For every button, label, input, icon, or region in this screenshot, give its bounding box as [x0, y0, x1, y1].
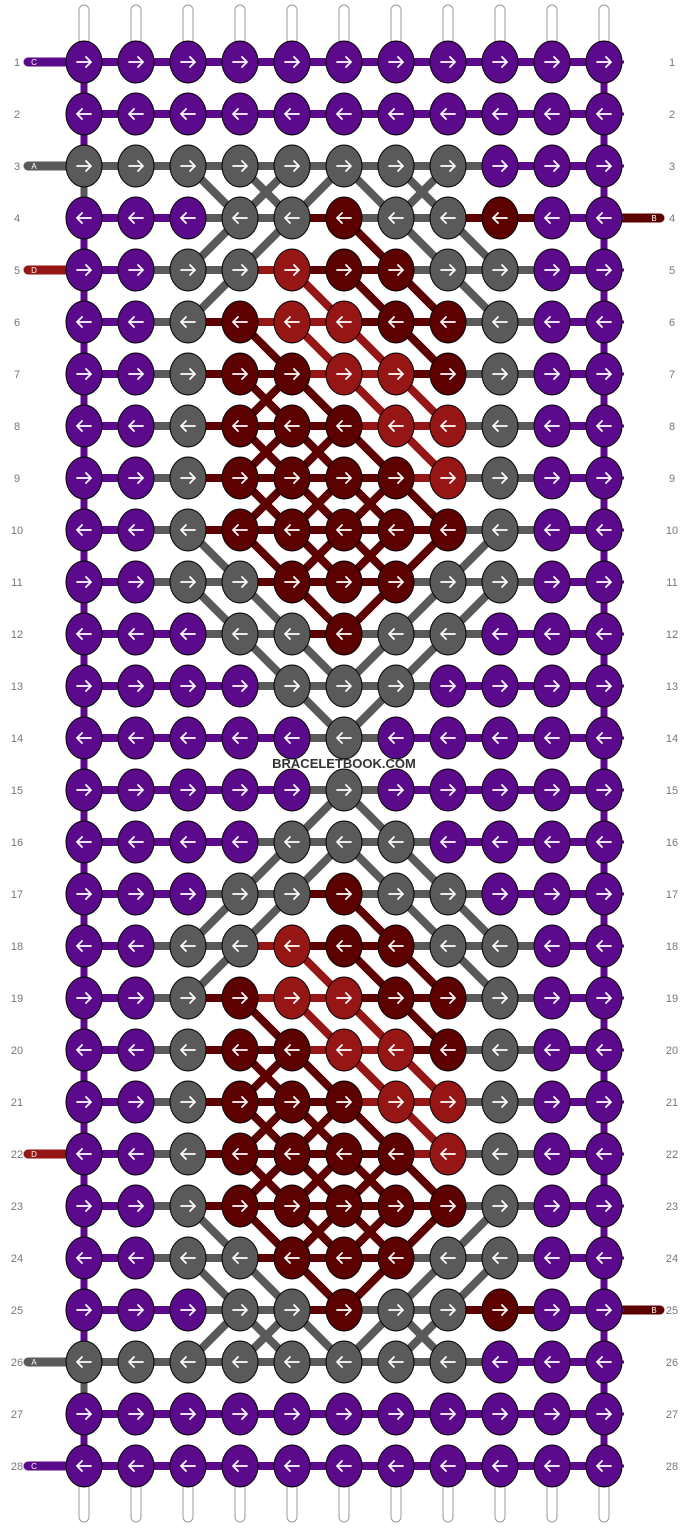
row-number-left: 12 — [11, 629, 23, 641]
strand-bottom — [182, 1481, 194, 1523]
row-number-right: 9 — [669, 473, 675, 485]
row-number-right: 27 — [666, 1409, 678, 1421]
row-number-right: 19 — [666, 993, 678, 1005]
row-number-left: 9 — [14, 473, 20, 485]
strand-bottom — [286, 1481, 298, 1523]
row-number-right: 11 — [666, 577, 677, 589]
strand-top — [182, 4, 194, 46]
row-number-right: 12 — [666, 629, 678, 641]
string-tag-label: B — [651, 214, 656, 223]
row-number-right: 16 — [666, 837, 678, 849]
row-number-right: 21 — [666, 1097, 678, 1109]
strand-bottom — [338, 1481, 350, 1523]
strand-bottom — [130, 1481, 142, 1523]
row-number-right: 28 — [666, 1461, 678, 1473]
row-number-left: 27 — [11, 1409, 23, 1421]
string-tag-label: A — [31, 162, 37, 171]
row-number-left: 3 — [14, 161, 20, 173]
row-number-left: 8 — [14, 421, 20, 433]
row-number-left: 23 — [11, 1201, 23, 1213]
row-number-right: 24 — [666, 1253, 678, 1265]
row-number-right: 2 — [669, 109, 675, 121]
strand-top — [234, 4, 246, 46]
row-number-left: 13 — [11, 681, 23, 693]
string-tag-label: A — [31, 1358, 37, 1367]
row-number-left: 6 — [14, 317, 20, 329]
strand-top — [442, 4, 454, 46]
row-number-left: 25 — [11, 1305, 23, 1317]
row-number-right: 7 — [669, 369, 675, 381]
row-number-right: 17 — [666, 889, 678, 901]
strand-bottom — [390, 1481, 402, 1523]
row-number-right: 26 — [666, 1357, 678, 1369]
row-number-left: 20 — [11, 1045, 23, 1057]
string-tag-label: B — [651, 1306, 656, 1315]
row-number-left: 5 — [14, 265, 20, 277]
strand-top — [78, 4, 90, 46]
string-tag-label: D — [31, 266, 37, 275]
row-number-left: 16 — [11, 837, 23, 849]
string-tag-label: C — [31, 1462, 37, 1471]
row-number-right: 25 — [666, 1305, 678, 1317]
row-number-left: 24 — [11, 1253, 23, 1265]
strand-top — [286, 4, 298, 46]
row-number-right: 4 — [669, 213, 675, 225]
strand-top — [130, 4, 142, 46]
row-number-right: 22 — [666, 1149, 678, 1161]
string-tag-label: C — [31, 58, 37, 67]
row-number-right: 1 — [669, 57, 675, 69]
row-number-right: 6 — [669, 317, 675, 329]
row-number-left: 17 — [11, 889, 23, 901]
watermark: BRACELETBOOK.COM — [272, 756, 416, 771]
bracelet-pattern-diagram: CABDDBAC 1 12 23 34 45 56 67 78 89 910 1011 1112 121… — [11, 4, 678, 1523]
strand-top — [390, 4, 402, 46]
row-number-left: 11 — [11, 577, 22, 589]
row-number-right: 10 — [666, 525, 678, 537]
strand-bottom — [442, 1481, 454, 1523]
strand-bottom — [598, 1481, 610, 1523]
row-number-left: 10 — [11, 525, 23, 537]
row-number-left: 26 — [11, 1357, 23, 1369]
strand-bottom — [494, 1481, 506, 1523]
row-number-right: 3 — [669, 161, 675, 173]
row-number-left: 1 — [14, 57, 20, 69]
strand-bottom — [546, 1481, 558, 1523]
row-number-right: 20 — [666, 1045, 678, 1057]
row-number-right: 5 — [669, 265, 675, 277]
row-number-right: 18 — [666, 941, 678, 953]
row-number-left: 28 — [11, 1461, 23, 1473]
row-number-left: 18 — [11, 941, 23, 953]
strand-top — [546, 4, 558, 46]
row-number-left: 19 — [11, 993, 23, 1005]
row-number-right: 14 — [666, 733, 678, 745]
row-number-right: 13 — [666, 681, 678, 693]
row-number-left: 14 — [11, 733, 23, 745]
row-number-left: 4 — [14, 213, 20, 225]
strand-bottom — [78, 1481, 90, 1523]
row-number-left: 7 — [14, 369, 20, 381]
row-number-right: 8 — [669, 421, 675, 433]
row-number-left: 22 — [11, 1149, 23, 1161]
row-number-left: 15 — [11, 785, 23, 797]
strand-top — [494, 4, 506, 46]
strand-top — [338, 4, 350, 46]
strand-top — [598, 4, 610, 46]
strand-bottom — [234, 1481, 246, 1523]
string-tag-label: D — [31, 1150, 37, 1159]
row-number-right: 23 — [666, 1201, 678, 1213]
row-number-right: 15 — [666, 785, 678, 797]
row-number-left: 2 — [14, 109, 20, 121]
row-number-left: 21 — [11, 1097, 23, 1109]
